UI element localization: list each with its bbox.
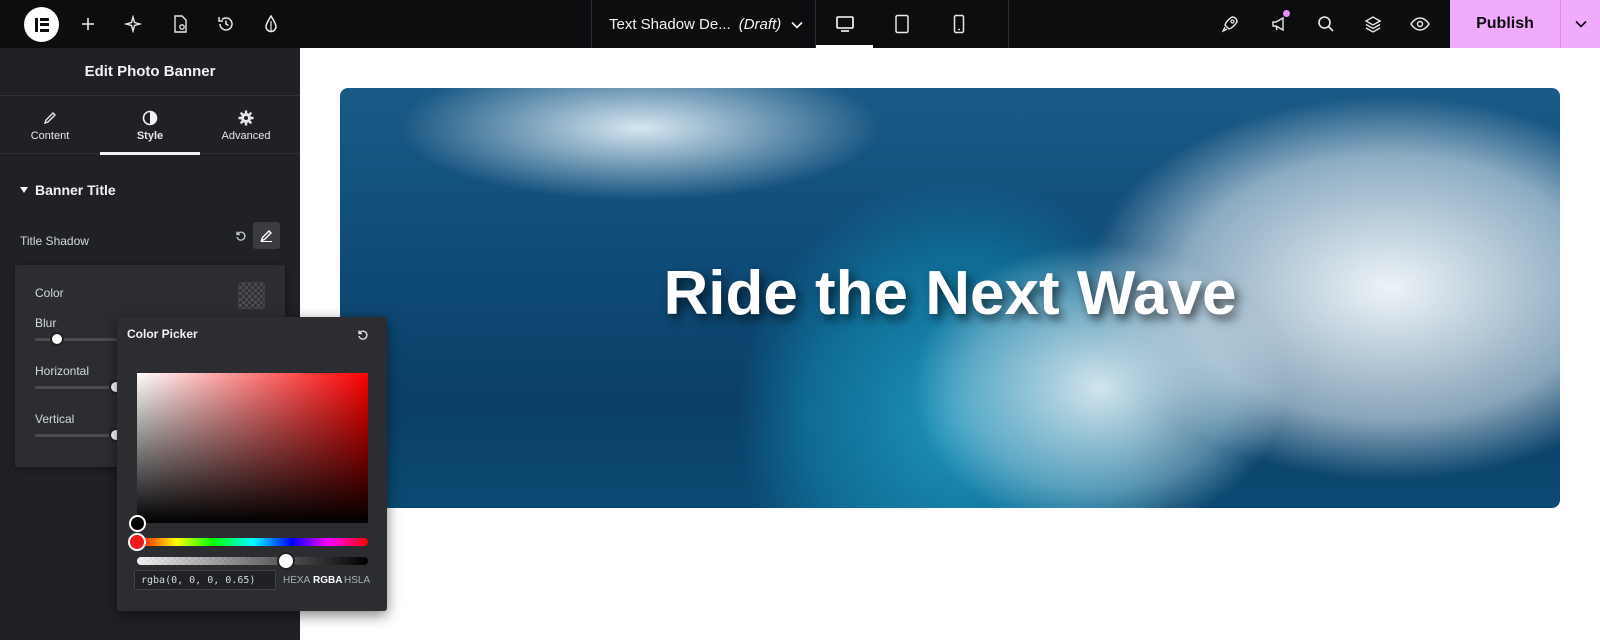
chevron-down-icon [791,16,803,33]
publish-button[interactable]: Publish [1450,0,1560,48]
opacity-handle[interactable] [277,552,295,570]
tab-style-label: Style [136,130,164,142]
panel-tabs: Content Style Advanced [0,96,300,155]
mobile-view-icon[interactable] [930,0,987,48]
tab-advanced-label: Advanced [221,130,271,142]
add-element-icon[interactable] [68,0,108,48]
format-hexa[interactable]: HEXA [283,575,310,586]
tab-style[interactable]: Style [100,96,200,155]
top-bar: Text Shadow De... (Draft) Publish [0,0,1600,48]
site-settings-drop-icon[interactable] [251,0,291,48]
page-settings-icon[interactable] [160,0,200,48]
reset-icon[interactable] [233,228,249,244]
responsive-device-switcher [816,0,1009,48]
format-hsla[interactable]: HSLA [344,575,370,586]
half-circle-icon [142,108,158,128]
saturation-handle[interactable] [129,515,146,532]
color-value-input[interactable]: rgba(0, 0, 0, 0.65) [134,570,276,590]
color-picker: Color Picker rgba(0, 0, 0, 0.65) HEXA RG… [117,317,387,611]
saturation-checker [137,373,368,523]
color-swatch[interactable] [238,282,265,309]
section-toggle-banner-title[interactable]: Banner Title [20,182,116,198]
tab-content[interactable]: Content [0,96,100,154]
document-status: (Draft) [738,15,782,33]
color-picker-title: Color Picker [127,327,198,341]
vertical-label: Vertical [35,412,75,426]
sparkle-ai-icon[interactable] [113,0,153,48]
gear-icon [238,108,254,128]
document-title-dropdown[interactable]: Text Shadow De... (Draft) [591,0,816,48]
whats-new-megaphone-icon[interactable] [1259,0,1299,48]
banner-title[interactable]: Ride the Next Wave [340,258,1560,329]
color-label: Color [35,286,64,300]
notification-dot [1283,10,1290,17]
history-icon[interactable] [206,0,246,48]
section-title-label: Banner Title [35,182,116,198]
blur-slider-handle[interactable] [50,332,64,346]
title-shadow-label: Title Shadow [20,234,89,248]
tablet-view-icon[interactable] [873,0,930,48]
hue-handle[interactable] [128,533,146,551]
layers-structure-icon[interactable] [1353,0,1393,48]
elementor-logo-icon[interactable] [24,7,59,42]
panel-title: Edit Photo Banner [0,48,300,96]
format-rgba[interactable]: RGBA [313,575,342,586]
search-icon[interactable] [1306,0,1346,48]
opacity-slider[interactable] [137,557,368,565]
photo-banner[interactable]: Ride the Next Wave [340,88,1560,508]
hue-slider[interactable] [137,538,368,546]
tab-advanced[interactable]: Advanced [196,96,296,154]
picker-reset-icon[interactable] [355,327,371,343]
caret-down-icon [20,187,28,193]
publish-options-chevron-icon[interactable] [1560,0,1600,48]
rocket-icon[interactable] [1210,0,1250,48]
desktop-view-icon[interactable] [816,0,873,48]
pencil-icon [43,108,57,128]
edit-shadow-pencil-icon[interactable] [253,222,280,249]
tab-content-label: Content [30,130,70,142]
document-title: Text Shadow De... [609,15,731,33]
preview-eye-icon[interactable] [1400,0,1440,48]
horizontal-label: Horizontal [35,364,90,378]
blur-label: Blur [35,316,57,330]
